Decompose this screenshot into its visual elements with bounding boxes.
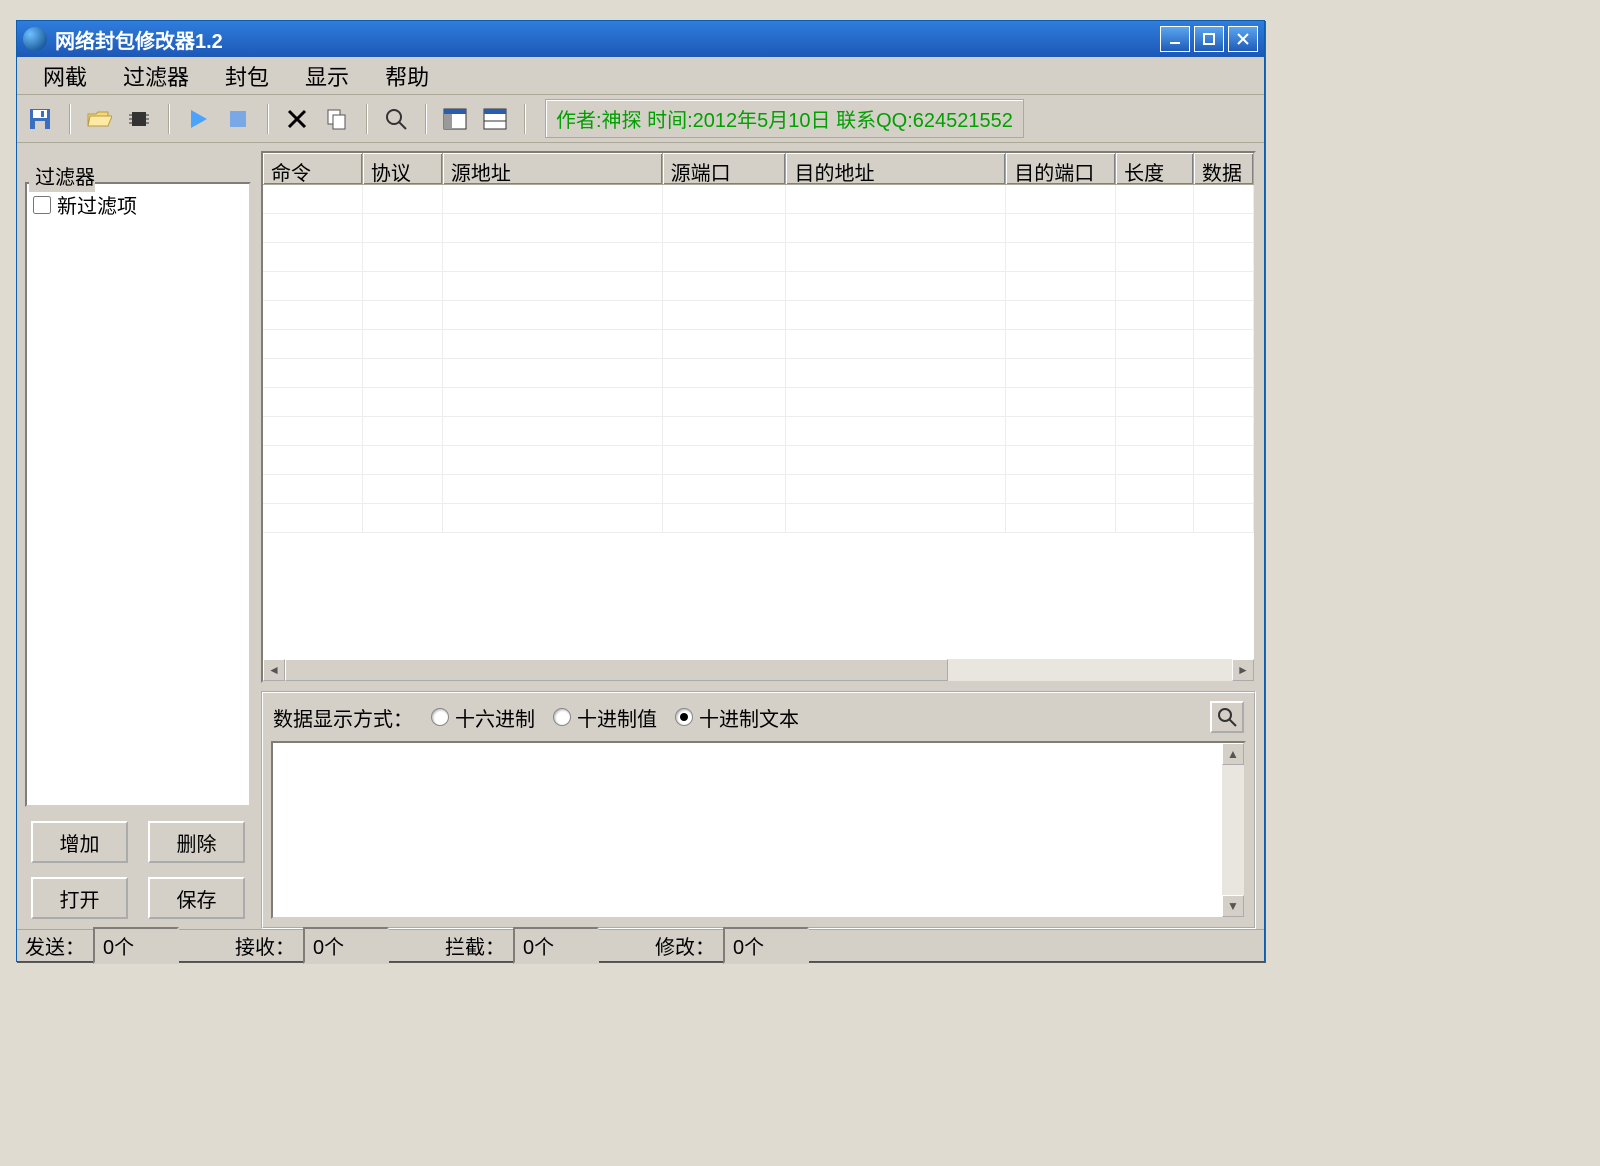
copy-icon[interactable] [322,104,352,134]
col-dst-port[interactable]: 目的端口 [1006,153,1116,184]
menu-display[interactable]: 显示 [287,56,367,96]
toolbar-info: 作者:神探 时间:2012年5月10日 联系QQ:624521552 [545,99,1024,138]
radio-icon [431,708,449,726]
col-src-port[interactable]: 源端口 [663,153,787,184]
col-dst-addr[interactable]: 目的地址 [786,153,1006,184]
status-send-label: 发送： [17,931,93,960]
scroll-thumb[interactable] [285,659,948,681]
packet-grid[interactable]: 命令 协议 源地址 源端口 目的地址 目的端口 长度 数据 [261,151,1256,683]
data-display-panel: 数据显示方式： 十六进制 十进制值 十进制文本 [261,691,1256,929]
menu-capture[interactable]: 网截 [25,56,105,96]
col-command[interactable]: 命令 [263,153,363,184]
data-search-button[interactable] [1210,701,1244,733]
menu-filter[interactable]: 过滤器 [105,56,207,96]
radio-hex[interactable]: 十六进制 [431,703,535,732]
scroll-down-icon[interactable]: ▼ [1222,895,1244,917]
radio-icon [553,708,571,726]
toolbar: 作者:神探 时间:2012年5月10日 联系QQ:624521552 [17,95,1264,143]
radio-decimal-value[interactable]: 十进制值 [553,703,657,732]
filter-list[interactable]: 新过滤项 [25,182,251,807]
menu-help[interactable]: 帮助 [367,56,447,96]
grid-hscrollbar[interactable]: ◄ ► [263,659,1254,681]
close-button[interactable] [1228,26,1258,52]
open-icon[interactable] [84,104,114,134]
col-protocol[interactable]: 协议 [363,153,443,184]
scroll-left-icon[interactable]: ◄ [263,659,285,681]
filter-sidebar: 过滤器 新过滤项 增加 删除 打开 保存 [25,151,251,929]
filter-item-label: 新过滤项 [57,190,137,219]
data-textarea-wrap: ▲ ▼ [271,741,1246,919]
status-block-label: 拦截： [437,931,513,960]
data-vscrollbar[interactable]: ▲ ▼ [1222,743,1244,917]
app-window: 网络封包修改器1.2 网截 过滤器 封包 显示 帮助 [16,20,1265,962]
status-modify-value: 0个 [723,927,809,964]
delete-button[interactable]: 删除 [148,821,245,863]
status-recv-label: 接收： [227,931,303,960]
col-src-addr[interactable]: 源地址 [443,153,663,184]
save-button[interactable]: 保存 [148,877,245,919]
filter-item[interactable]: 新过滤项 [33,190,243,219]
col-length[interactable]: 长度 [1116,153,1194,184]
layout-left-icon[interactable] [440,104,470,134]
app-icon [23,27,47,51]
filter-group-label: 过滤器 [29,161,95,192]
data-textarea[interactable] [273,743,1222,917]
open-button[interactable]: 打开 [31,877,128,919]
status-modify-label: 修改： [647,931,723,960]
scroll-up-icon[interactable]: ▲ [1222,743,1244,765]
status-send-value: 0个 [93,927,179,964]
titlebar: 网络封包修改器1.2 [17,21,1264,57]
stop-icon[interactable] [223,104,253,134]
radio-decimal-text[interactable]: 十进制文本 [675,703,799,732]
search-icon[interactable] [381,104,411,134]
maximize-button[interactable] [1194,26,1224,52]
grid-body[interactable] [263,185,1254,659]
statusbar: 发送： 0个 接收： 0个 拦截： 0个 修改： 0个 [17,929,1264,961]
col-data[interactable]: 数据 [1194,153,1254,184]
radio-icon [675,708,693,726]
delete-icon[interactable] [282,104,312,134]
minimize-button[interactable] [1160,26,1190,52]
save-icon[interactable] [25,104,55,134]
menubar: 网截 过滤器 封包 显示 帮助 [17,57,1264,95]
grid-header-row: 命令 协议 源地址 源端口 目的地址 目的端口 长度 数据 [263,153,1254,185]
layout-split-icon[interactable] [480,104,510,134]
add-button[interactable]: 增加 [31,821,128,863]
play-icon[interactable] [183,104,213,134]
scroll-right-icon[interactable]: ► [1232,659,1254,681]
chip-icon[interactable] [124,104,154,134]
data-display-label: 数据显示方式： [273,703,413,732]
filter-checkbox[interactable] [33,196,51,214]
menu-packet[interactable]: 封包 [207,56,287,96]
window-title: 网络封包修改器1.2 [55,25,1160,54]
status-recv-value: 0个 [303,927,389,964]
status-block-value: 0个 [513,927,599,964]
